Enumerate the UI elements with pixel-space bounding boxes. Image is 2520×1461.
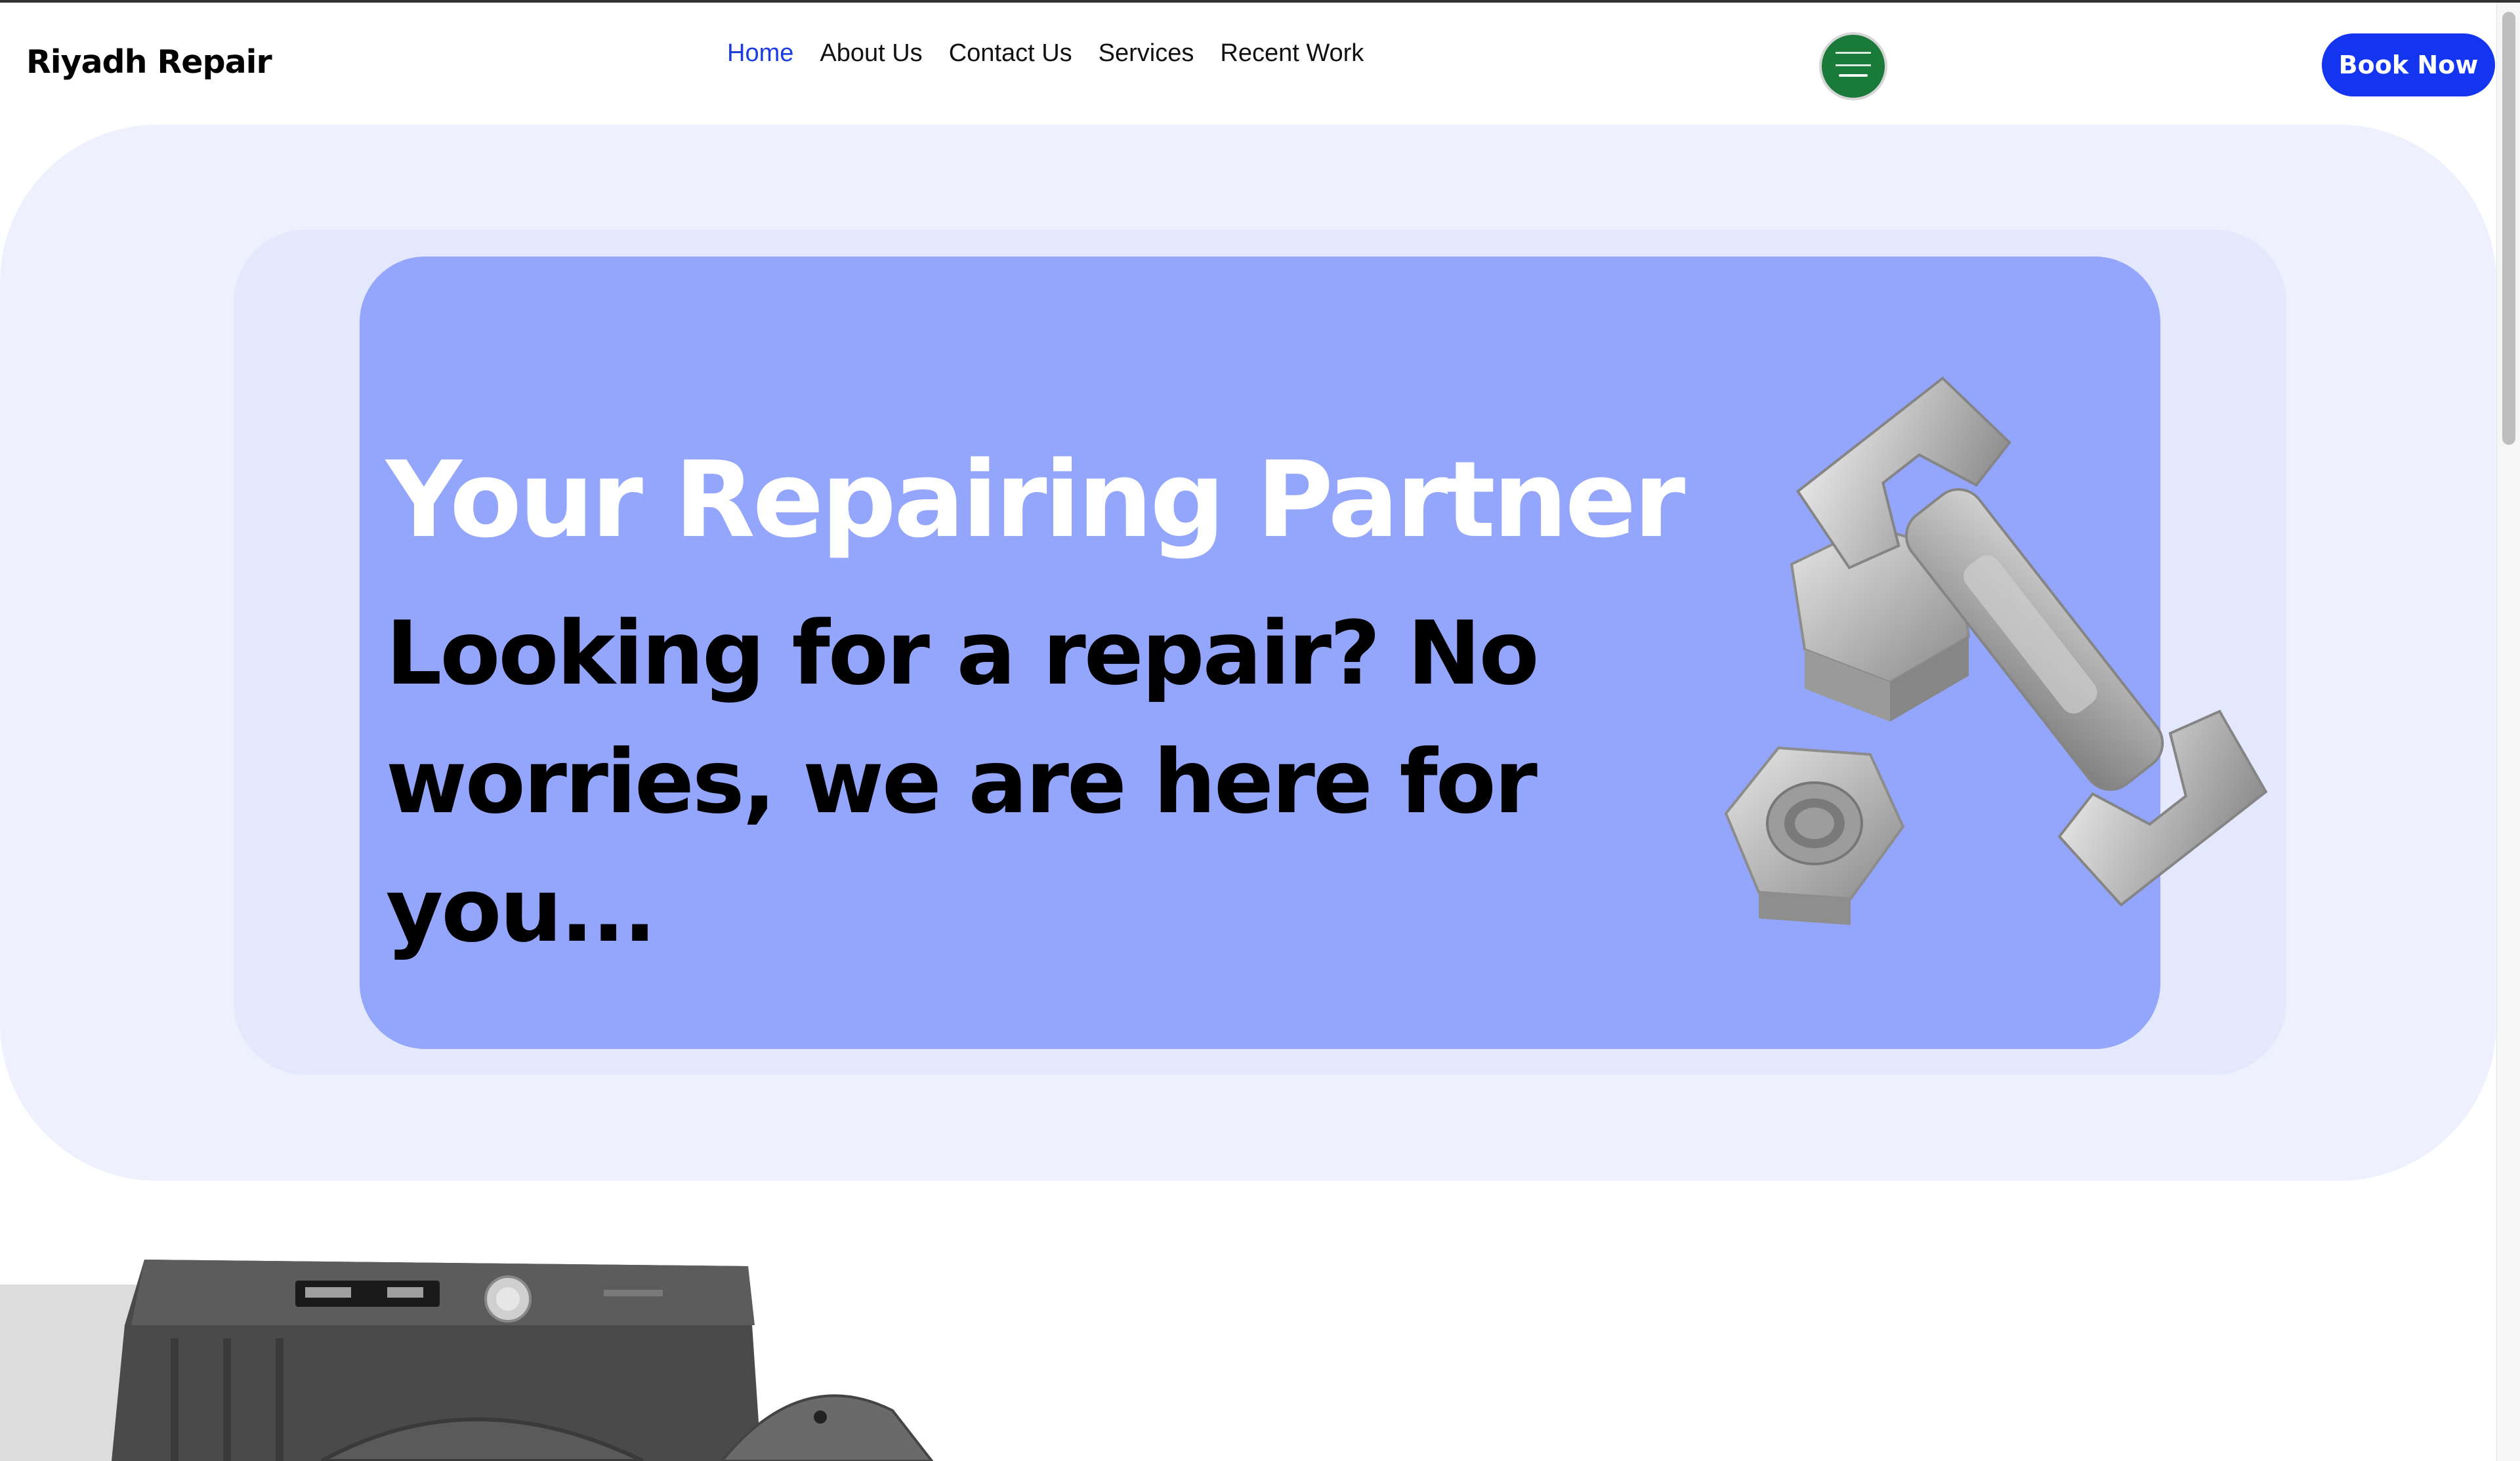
book-now-button[interactable]: Book Now bbox=[2322, 33, 2495, 96]
hex-nut-shape bbox=[1724, 746, 1905, 925]
nav-home[interactable]: Home bbox=[727, 39, 793, 68]
scrollbar-thumb[interactable] bbox=[2502, 12, 2515, 445]
wrench-and-nuts-illustration bbox=[1724, 376, 2268, 925]
nav-contact-us[interactable]: Contact Us bbox=[949, 39, 1072, 68]
nav-recent-work[interactable]: Recent Work bbox=[1220, 39, 1364, 68]
main-nav: Home About Us Contact Us Services Recent… bbox=[727, 39, 1364, 68]
nav-services[interactable]: Services bbox=[1099, 39, 1194, 68]
page-scrollbar[interactable] bbox=[2496, 3, 2520, 1461]
flag-sword-mark bbox=[1839, 74, 1868, 77]
nav-about-us[interactable]: About Us bbox=[820, 39, 922, 68]
site-header: Riyadh Repair Home About Us Contact Us S… bbox=[0, 3, 2495, 125]
hero-subtitle: Looking for a repair? No worries, we are… bbox=[386, 602, 1540, 962]
hero-title: Your Repairing Partner bbox=[386, 438, 1685, 561]
saudi-flag-icon[interactable] bbox=[1819, 32, 1887, 100]
brand-logo[interactable]: Riyadh Repair bbox=[26, 43, 272, 81]
flag-script-mark bbox=[1836, 52, 1871, 66]
washing-machine-illustration bbox=[112, 1260, 934, 1461]
